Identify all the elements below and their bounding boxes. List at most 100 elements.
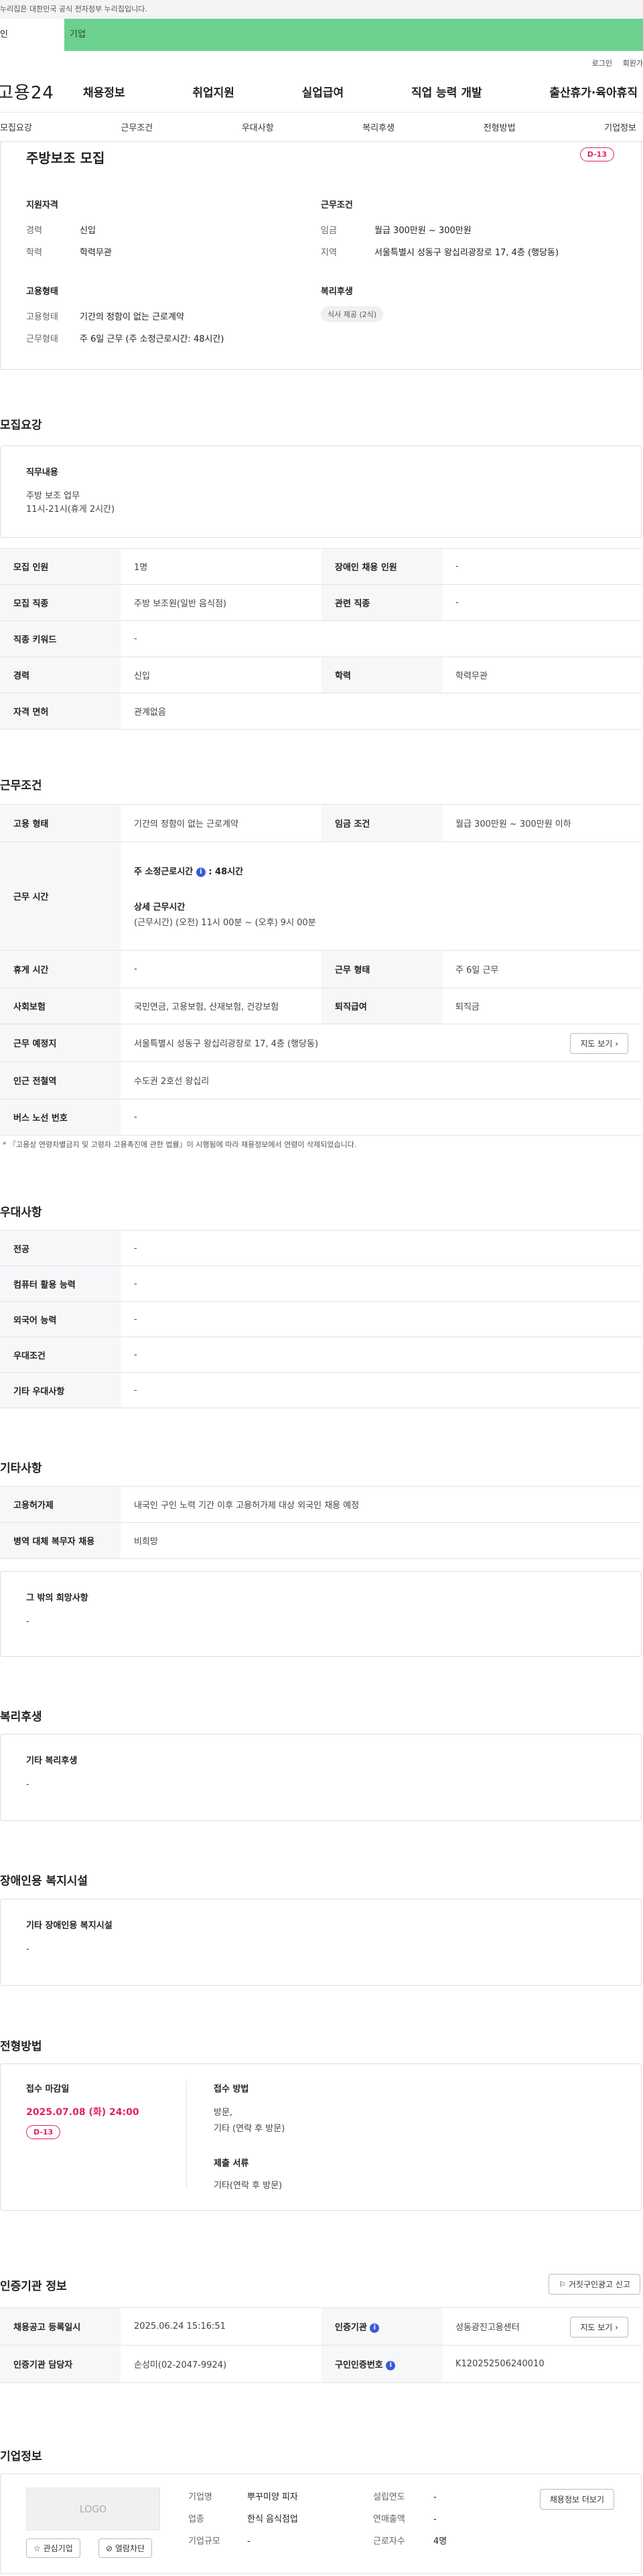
duty-line: 11시-21시(휴게 2시간) xyxy=(26,504,115,515)
welfare-heading: 복리후생 xyxy=(321,287,353,297)
label: 근무형태 xyxy=(26,334,58,344)
table-header: 채용공고 등록일시 xyxy=(0,2307,121,2346)
company-heading: 기업정보 xyxy=(0,2450,42,2463)
block-view-button[interactable]: ⊘ 열람차단 xyxy=(98,2538,153,2558)
favorite-company-button[interactable]: ☆ 관심기업 xyxy=(26,2538,80,2558)
nav-jobs[interactable]: 채용정보 xyxy=(83,83,125,100)
bell-icon: ⚐ xyxy=(559,2280,567,2289)
login-link[interactable]: 로그인 xyxy=(592,58,612,68)
nav-parental-leave[interactable]: 출산휴가·육아휴직 xyxy=(549,83,638,100)
value: 주 6일 근무 (주 소정근로시간: 48시간) xyxy=(80,334,224,344)
table-header: 근무 예정지 xyxy=(0,1024,121,1062)
table-header: 전공 xyxy=(0,1230,121,1266)
map-button[interactable]: 지도 보기 › xyxy=(570,1033,628,1054)
section-tabs: 모집요강 근무조건 우대사항 복리후생 전형방법 기업정보 xyxy=(0,113,643,142)
table-header: 병역 대체 복무자 채용 xyxy=(0,1522,121,1559)
table-row: 버스 노선 번호 - xyxy=(0,1099,642,1136)
table-header: 경력 xyxy=(0,657,121,693)
label: 경력 xyxy=(26,226,42,236)
other-wish-heading: 그 밖의 희망사항 xyxy=(26,1593,88,1603)
table-cell: 손성미(02-2047-9924) xyxy=(121,2345,322,2383)
table-header: 휴게 시간 xyxy=(0,950,121,988)
table-header: 고용허가제 xyxy=(0,1486,121,1523)
org-map-button[interactable]: 지도 보기 › xyxy=(570,2317,628,2337)
table-cell: 월급 300만원 ~ 300만원 이하 xyxy=(442,804,642,842)
persona-individual-tab[interactable]: 인 xyxy=(0,19,64,51)
table-row: 채용공고 등록일시 2025.06.24 15:16:51 인증기관 i 성동광… xyxy=(0,2307,642,2346)
welfare-box-heading: 기타 복리후생 xyxy=(26,1756,78,1766)
job-summary-card: 주방보조 모집 D-13 지원자격 경력 신입 학력 학력무관 근무조건 임금 월급 … xyxy=(0,142,642,370)
tab-recruit[interactable]: 모집요강 xyxy=(0,121,32,133)
info-icon[interactable]: i xyxy=(386,2360,396,2370)
table-row: 컴퓨터 활용 능력 - xyxy=(0,1266,642,1302)
table-header: 인증기관 담당자 xyxy=(0,2345,121,2383)
table-row: 고용 형태 기간의 정함이 없는 근로계약 임금 조건 월급 300만원 ~ 3… xyxy=(0,804,642,842)
tab-welfare[interactable]: 복리후생 xyxy=(362,121,395,133)
table-row: 모집 인원 1명 장애인 채용 인원 - xyxy=(0,548,642,585)
label: 고용형태 xyxy=(26,312,58,322)
value: 월급 300만원 ~ 300만원 xyxy=(374,226,472,236)
label: 기업규모 xyxy=(188,2536,220,2547)
table-cell: - xyxy=(442,548,642,585)
work-place-value: 서울특별시 성동구 왕십리광장로 17, 4층 (행당동) xyxy=(134,1039,319,1049)
value: - xyxy=(247,2536,251,2547)
table-header: 사회보험 xyxy=(0,988,121,1024)
report-button[interactable]: ⚐ 거짓구인광고 신고 xyxy=(549,2274,640,2295)
persona-company-tab[interactable]: 기업 xyxy=(64,19,643,51)
value: - xyxy=(433,2514,437,2524)
other-wish-box: 그 밖의 희망사항 - xyxy=(0,1571,642,1657)
table-row: 근무 시간 주 소정근로시간 i : 48시간 상세 근무시간 (근무시간) (… xyxy=(0,841,642,951)
nav-employment-support[interactable]: 취업지원 xyxy=(192,83,234,100)
method-col: 접수 방법 방문, 기타 (연락 후 방문) 제출 서류 기타(연락 후 방문) xyxy=(214,2082,285,2193)
table-header: 학력 xyxy=(322,657,442,693)
table-row: 외국어 능력 - xyxy=(0,1301,642,1337)
weekly-hours-label: 주 소정근로시간 xyxy=(134,867,194,877)
value: 학력무관 xyxy=(80,248,112,258)
detail-hours-label: 상세 근무시간 xyxy=(134,902,186,912)
table-cell: 퇴직금 xyxy=(442,988,642,1024)
num-label: 구인인증번호 xyxy=(335,2360,383,2370)
recruit-section: 모집요강 xyxy=(0,415,42,432)
table-cell: - xyxy=(121,1301,642,1337)
map-button-label: 지도 보기 xyxy=(580,2323,613,2332)
table-header: 직종 키워드 xyxy=(0,620,121,657)
duty-box: 직무내용 주방 보조 업무 11시-21시(휴게 2시간) xyxy=(0,446,642,538)
tab-work-conditions[interactable]: 근무조건 xyxy=(121,121,153,133)
nav-skill-development[interactable]: 직업 능력 개발 xyxy=(411,83,482,100)
process-heading: 전형방법 xyxy=(0,2040,42,2053)
table-row: 자격 면허 관계없음 xyxy=(0,693,642,730)
table-cell: - xyxy=(121,1230,642,1266)
table-cell: - xyxy=(121,1372,642,1408)
info-icon[interactable]: i xyxy=(196,867,206,877)
table-header: 근무 시간 xyxy=(0,841,121,951)
table-row: 고용허가제 내국인 구인 노력 기간 이후 고용허가제 대상 외국인 채용 예정 xyxy=(0,1486,642,1523)
table-row: 전공 - xyxy=(0,1230,642,1266)
job-title: 주방보조 모집 xyxy=(26,150,105,166)
table-row: 사회보험 국민연금, 고용보험, 산재보험, 건강보험 퇴직급여 퇴직금 xyxy=(0,988,642,1024)
table-cell: - xyxy=(121,950,322,988)
table-cell: 성동광진고용센터 지도 보기 › xyxy=(442,2307,642,2346)
tab-preferences[interactable]: 우대사항 xyxy=(242,121,274,133)
company-jobs-button[interactable]: 채용정보 더보기 xyxy=(539,2489,614,2510)
work-hours-cell: 주 소정근로시간 i : 48시간 상세 근무시간 (근무시간) (오전) 11… xyxy=(121,841,642,951)
duty-heading: 직무내용 xyxy=(26,468,58,478)
company-logo: LOGO xyxy=(26,2488,160,2530)
deadline-heading: 접수 마감일 xyxy=(26,2084,70,2094)
table-cell: 내국인 구인 노력 기간 이후 고용허가제 대상 외국인 채용 예정 xyxy=(121,1486,642,1523)
join-link[interactable]: 회원가 xyxy=(623,58,643,68)
facility-heading: 장애인용 복지시설 xyxy=(0,1875,88,1888)
table-header: 고용 형태 xyxy=(0,804,121,842)
etc-heading: 기타사항 xyxy=(0,1462,42,1475)
table-header: 인근 전철역 xyxy=(0,1061,121,1099)
value: 한식 음식점업 xyxy=(247,2514,298,2524)
weekly-hours-value: : 48시간 xyxy=(208,867,244,877)
company-info-left: 기업명 뿌꾸미양 피자 업종 한식 음식점업 기업규모 - xyxy=(188,2486,298,2553)
tab-process[interactable]: 전형방법 xyxy=(484,121,516,133)
table-cell: 기간의 정함이 없는 근로계약 xyxy=(121,804,322,842)
welfare-box: 기타 복리후생 - xyxy=(0,1734,642,1821)
info-icon[interactable]: i xyxy=(370,2323,380,2333)
tab-company[interactable]: 기업정보 xyxy=(604,121,636,133)
table-header: 장애인 채용 인원 xyxy=(322,548,442,585)
nav-unemployment-benefit[interactable]: 실업급여 xyxy=(302,83,344,100)
site-logo[interactable]: 고용24 xyxy=(0,79,83,104)
